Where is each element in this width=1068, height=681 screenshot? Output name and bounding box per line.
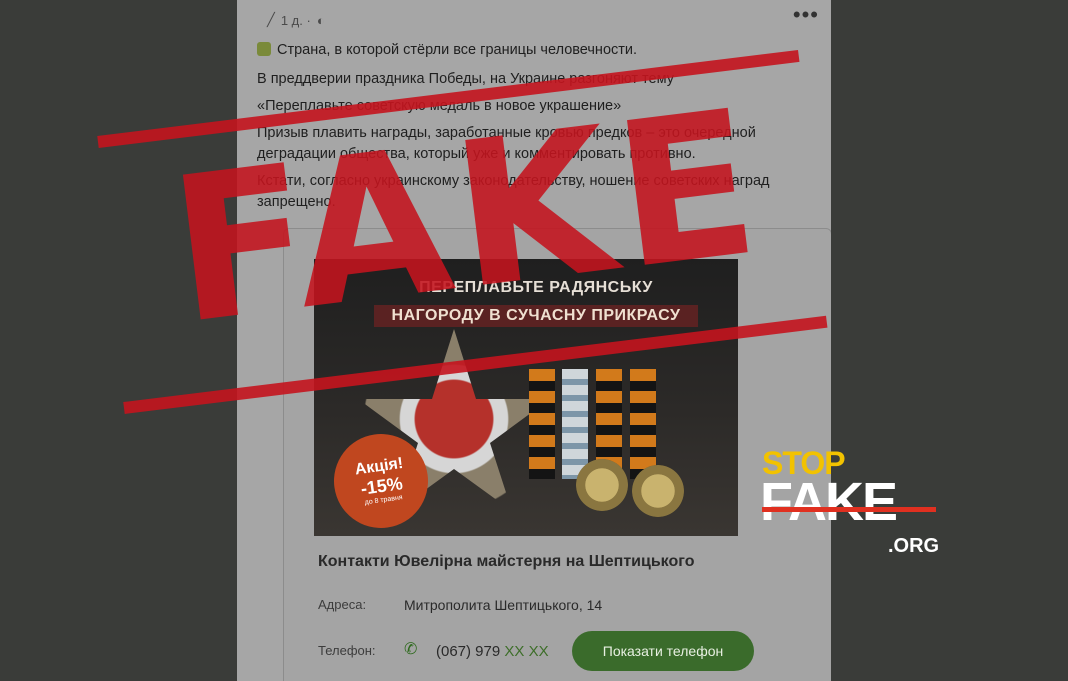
stopfake-logo: STOP FAKE .ORG xyxy=(760,445,940,560)
business-name[interactable]: Контакти Ювелірна майстерня на Шептицько… xyxy=(318,553,694,571)
address-value: Митрополита Шептицького, 14 xyxy=(404,597,603,613)
round-medal-2 xyxy=(632,465,684,517)
phone-value: (067) 979 XX XX xyxy=(436,643,549,660)
ribbon-4 xyxy=(630,369,656,479)
post-line-4a: Призыв плавить награды, заработанные кро… xyxy=(257,125,756,141)
logo-fake-text: FAKE xyxy=(760,472,898,532)
logo-strike-line xyxy=(762,507,936,512)
more-options-icon[interactable]: ••• xyxy=(793,2,819,28)
post-line-3: «Переплавьте советскую медаль в новое ук… xyxy=(257,98,622,114)
address-label: Адреса: xyxy=(318,597,367,612)
ribbon-2 xyxy=(562,369,588,479)
phone-icon: ✆ xyxy=(404,641,418,658)
audience-icon: ╱ xyxy=(267,12,275,27)
post-line-2: В преддверии праздника Победы, на Украин… xyxy=(257,71,674,87)
post-text: Страна, в которой стёрли все границы чел… xyxy=(257,40,817,219)
round-medal-1 xyxy=(576,459,628,511)
post-meta: ╱ 1 д. · ◐ xyxy=(267,12,325,28)
post-time[interactable]: 1 д. · xyxy=(281,13,311,28)
ribbon-1 xyxy=(529,369,555,479)
post-line-1: Страна, в которой стёрли все границы чел… xyxy=(277,42,638,58)
ad-banner-line-2: НАГОРОДУ В СУЧАСНУ ПРИКРАСУ xyxy=(374,305,698,327)
ad-banner-line-1: ПЕРЕПЛАВЬТЕ РАДЯНСЬКУ xyxy=(419,279,653,296)
ad-image[interactable]: ПЕРЕПЛАВЬТЕ РАДЯНСЬКУ НАГОРОДУ В СУЧАСНУ… xyxy=(314,259,738,536)
logo-org-text: .ORG xyxy=(888,535,940,557)
person-emoji-icon xyxy=(257,42,271,56)
shared-ad-card[interactable]: ПЕРЕПЛАВЬТЕ РАДЯНСЬКУ НАГОРОДУ В СУЧАСНУ… xyxy=(283,228,831,681)
post-line-5b: запрещено. xyxy=(257,194,336,210)
phone-label: Телефон: xyxy=(318,643,376,658)
show-phone-button[interactable]: Показати телефон xyxy=(572,631,754,671)
globe-icon: ◐ xyxy=(316,12,325,28)
post-line-5a: Кстати, согласно украинскому законодател… xyxy=(257,173,770,189)
post-line-4b: деградации общества, который уже и комме… xyxy=(257,146,696,162)
facebook-post: ╱ 1 д. · ◐ ••• Страна, в которой стёрли … xyxy=(237,0,831,681)
